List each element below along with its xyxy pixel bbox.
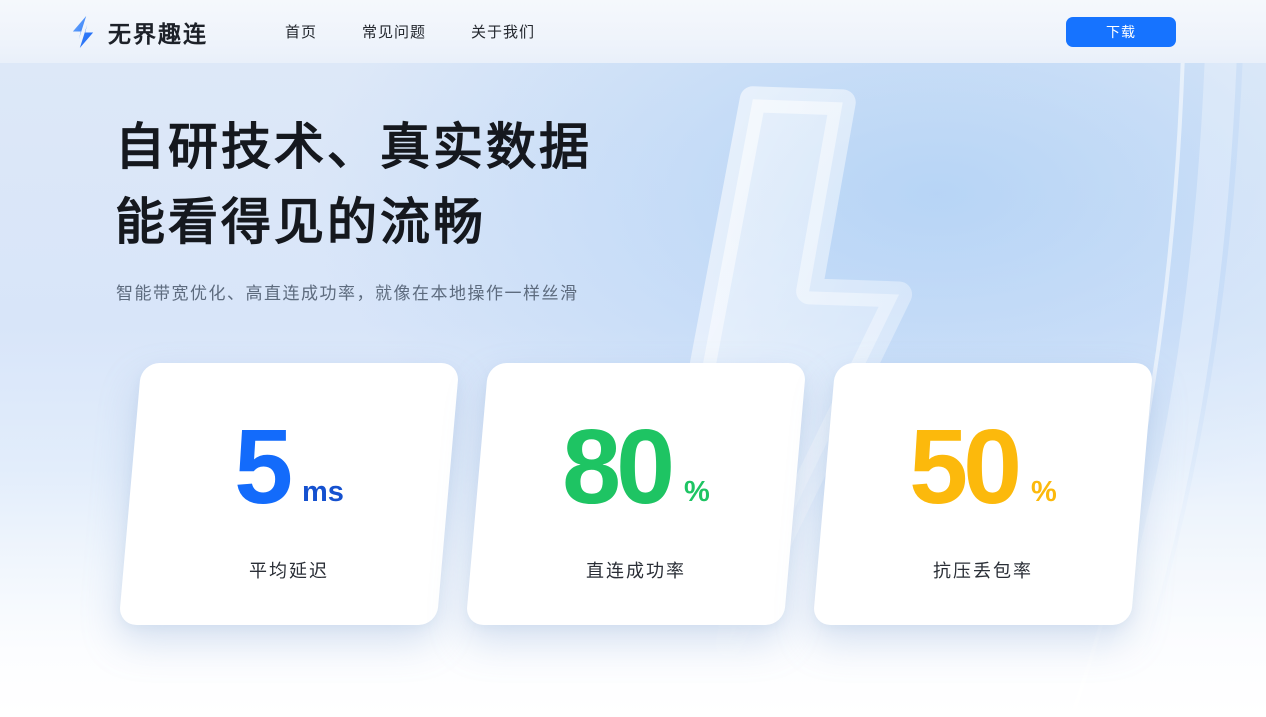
stat-cards-row: 5 ms 平均延迟 80 % 直连成功率 50 % 抗压丢包率 [130, 363, 1142, 625]
stat-card-packet-loss: 50 % 抗压丢包率 [813, 363, 1154, 625]
stat-value-latency: 5 [234, 425, 288, 510]
hero-title-line2: 能看得见的流畅 [115, 194, 486, 250]
hero-section: 自研技术、真实数据 能看得见的流畅 智能带宽优化、高直连成功率，就像在本地操作一… [0, 63, 1266, 717]
hero-subtitle: 智能带宽优化、高直连成功率，就像在本地操作一样丝滑 [116, 279, 579, 304]
stat-card-direct-connect: 80 % 直连成功率 [466, 363, 807, 625]
nav-item-home[interactable]: 首页 [285, 21, 317, 42]
hero-title: 自研技术、真实数据 能看得见的流畅 [115, 110, 592, 260]
nav-item-about[interactable]: 关于我们 [471, 21, 535, 42]
stat-value-packet-loss: 50 [909, 425, 1017, 510]
nav-links: 首页 常见问题 关于我们 [285, 21, 535, 42]
stat-label-direct-connect: 直连成功率 [586, 557, 686, 583]
stat-card-latency: 5 ms 平均延迟 [119, 363, 460, 625]
download-button[interactable]: 下载 [1066, 17, 1176, 47]
brand-name: 无界趣连 [108, 15, 208, 49]
stat-unit-latency: ms [302, 478, 344, 510]
stat-unit-packet-loss: % [1031, 478, 1057, 510]
lightning-logo-icon [68, 16, 98, 48]
hero-title-line1: 自研技术、真实数据 [115, 119, 592, 175]
navbar: 无界趣连 首页 常见问题 关于我们 下载 [0, 0, 1266, 63]
nav-item-faq[interactable]: 常见问题 [362, 21, 426, 42]
stat-value-direct-connect: 80 [562, 425, 670, 510]
brand-logo[interactable]: 无界趣连 [68, 15, 208, 49]
stat-label-latency: 平均延迟 [249, 557, 329, 583]
stat-label-packet-loss: 抗压丢包率 [933, 557, 1033, 583]
stat-unit-direct-connect: % [684, 478, 710, 510]
